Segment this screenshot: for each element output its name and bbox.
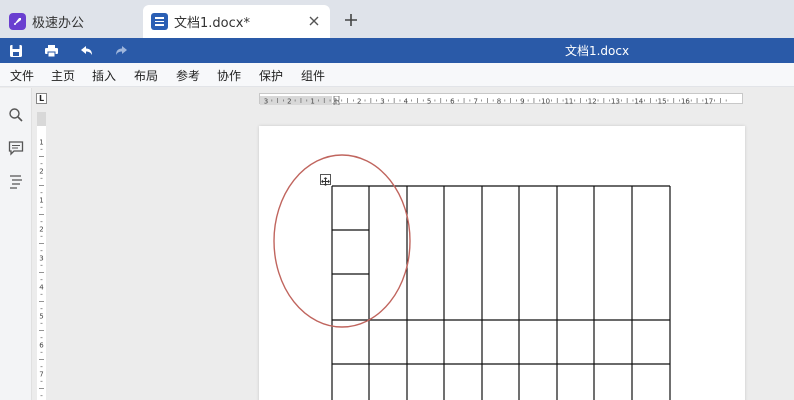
document-table[interactable] — [0, 0, 794, 400]
annotation-ellipse — [273, 154, 411, 328]
editor-window: 极速办公 文档1.docx* 文档1.docx 文件 主页 插入 布局 参考 协… — [0, 0, 794, 400]
table-move-icon[interactable] — [320, 174, 331, 186]
